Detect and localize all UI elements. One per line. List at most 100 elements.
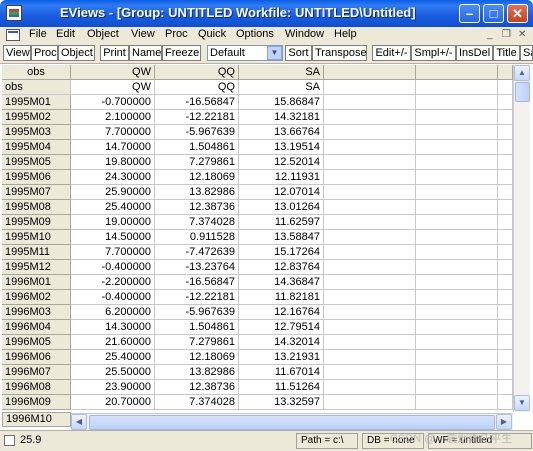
empty-cell[interactable] — [498, 245, 513, 260]
name-button[interactable]: Name — [129, 45, 162, 61]
header-empty[interactable] — [416, 65, 498, 80]
obs-cell[interactable]: 1995M11 — [2, 245, 71, 260]
empty-cell[interactable] — [498, 395, 513, 410]
empty-cell[interactable] — [416, 110, 498, 125]
empty-cell[interactable] — [498, 110, 513, 125]
empty-cell[interactable] — [324, 335, 416, 350]
obs-cell[interactable]: 1996M08 — [2, 380, 71, 395]
empty-cell[interactable] — [498, 185, 513, 200]
obs-cell[interactable]: 1996M05 — [2, 335, 71, 350]
empty-cell[interactable] — [498, 305, 513, 320]
empty-cell[interactable] — [416, 335, 498, 350]
empty-cell[interactable] — [416, 380, 498, 395]
empty-cell[interactable] — [498, 320, 513, 335]
obs-cell[interactable]: 1995M08 — [2, 200, 71, 215]
empty-cell[interactable] — [416, 170, 498, 185]
empty-cell[interactable] — [324, 95, 416, 110]
obs-cell[interactable]: 1995M12 — [2, 260, 71, 275]
qw-cell[interactable]: -2.200000 — [71, 275, 155, 290]
qw-cell[interactable]: 6.200000 — [71, 305, 155, 320]
qq-cell[interactable]: -16.56847 — [155, 95, 239, 110]
sa-cell[interactable]: 13.32597 — [239, 395, 324, 410]
obs-cell[interactable]: 1995M02 — [2, 110, 71, 125]
obs-cell[interactable]: 1995M03 — [2, 125, 71, 140]
chevron-down-icon[interactable]: ▼ — [267, 46, 282, 60]
sa-cell[interactable]: 11.62597 — [239, 215, 324, 230]
sa-cell[interactable]: 14.32014 — [239, 335, 324, 350]
menu-view[interactable]: View — [131, 28, 155, 40]
empty-cell[interactable] — [416, 305, 498, 320]
empty-cell[interactable] — [498, 275, 513, 290]
menu-help[interactable]: Help — [334, 28, 357, 40]
proc-button[interactable]: Proc — [31, 45, 58, 61]
empty-cell[interactable] — [324, 245, 416, 260]
obs-cell[interactable]: 1995M09 — [2, 215, 71, 230]
document-icon[interactable] — [6, 29, 20, 41]
empty-cell[interactable] — [416, 290, 498, 305]
obs-cell[interactable]: 1995M10 — [2, 230, 71, 245]
qw-cell[interactable]: 21.60000 — [71, 335, 155, 350]
qq-cell[interactable]: -16.56847 — [155, 275, 239, 290]
qw-cell[interactable]: 23.90000 — [71, 380, 155, 395]
qw-cell[interactable]: 25.90000 — [71, 185, 155, 200]
sa-cell[interactable]: 11.67014 — [239, 365, 324, 380]
subheader-qq[interactable]: QQ — [155, 80, 239, 95]
empty-cell[interactable] — [324, 140, 416, 155]
empty-cell[interactable] — [416, 230, 498, 245]
qq-cell[interactable]: 12.18069 — [155, 350, 239, 365]
transpose-button[interactable]: Transpose — [312, 45, 367, 61]
subheader-qw[interactable]: QW — [71, 80, 155, 95]
empty-cell[interactable] — [324, 305, 416, 320]
obs-cell[interactable]: 1996M04 — [2, 320, 71, 335]
empty-cell[interactable] — [498, 230, 513, 245]
qw-cell[interactable]: 14.30000 — [71, 320, 155, 335]
close-button[interactable]: ✕ — [507, 4, 528, 23]
header-obs[interactable]: obs — [2, 65, 71, 80]
menu-proc[interactable]: Proc — [165, 28, 188, 40]
empty-cell[interactable] — [498, 170, 513, 185]
sa-cell[interactable]: 15.17264 — [239, 245, 324, 260]
sort-button[interactable]: Sort — [285, 45, 312, 61]
header-empty[interactable] — [498, 65, 513, 80]
qw-cell[interactable]: 7.700000 — [71, 125, 155, 140]
empty-cell[interactable] — [416, 260, 498, 275]
menu-options[interactable]: Options — [236, 28, 274, 40]
scroll-up-icon[interactable]: ▲ — [514, 65, 530, 81]
qq-cell[interactable]: 13.82986 — [155, 185, 239, 200]
qq-cell[interactable]: -12.22181 — [155, 290, 239, 305]
horizontal-scroll-thumb[interactable] — [89, 415, 495, 430]
empty-cell[interactable] — [416, 365, 498, 380]
empty-cell[interactable] — [498, 335, 513, 350]
qq-cell[interactable]: 7.279861 — [155, 155, 239, 170]
empty-cell[interactable] — [498, 350, 513, 365]
qq-cell[interactable]: 12.38736 — [155, 380, 239, 395]
scroll-left-icon[interactable]: ◀ — [71, 414, 87, 430]
menu-file[interactable]: File — [29, 28, 47, 40]
menu-quick[interactable]: Quick — [198, 28, 226, 40]
obs-cell[interactable]: 1996M09 — [2, 395, 71, 410]
sa-cell[interactable]: 13.19514 — [239, 140, 324, 155]
maximize-button[interactable]: □ — [483, 4, 504, 23]
sa-cell[interactable]: 11.51264 — [239, 380, 324, 395]
view-button[interactable]: View — [3, 45, 31, 61]
obs-cell[interactable]: 1995M05 — [2, 155, 71, 170]
empty-cell[interactable] — [324, 155, 416, 170]
sa-cell[interactable]: 12.83764 — [239, 260, 324, 275]
qw-cell[interactable]: 25.50000 — [71, 365, 155, 380]
qq-cell[interactable]: 1.504861 — [155, 140, 239, 155]
empty-cell[interactable] — [416, 95, 498, 110]
empty-cell[interactable] — [416, 320, 498, 335]
empty-cell[interactable] — [498, 260, 513, 275]
empty-cell[interactable] — [416, 215, 498, 230]
sa-cell[interactable]: 13.21931 — [239, 350, 324, 365]
empty-cell[interactable] — [498, 80, 513, 95]
empty-cell[interactable] — [324, 260, 416, 275]
menu-window[interactable]: Window — [285, 28, 324, 40]
qw-cell[interactable]: 7.700000 — [71, 245, 155, 260]
obs-cell[interactable]: 1995M06 — [2, 170, 71, 185]
empty-cell[interactable] — [416, 395, 498, 410]
empty-cell[interactable] — [324, 395, 416, 410]
qq-cell[interactable]: -7.472639 — [155, 245, 239, 260]
header-qq[interactable]: QQ — [155, 65, 239, 80]
qq-cell[interactable]: -5.967639 — [155, 125, 239, 140]
